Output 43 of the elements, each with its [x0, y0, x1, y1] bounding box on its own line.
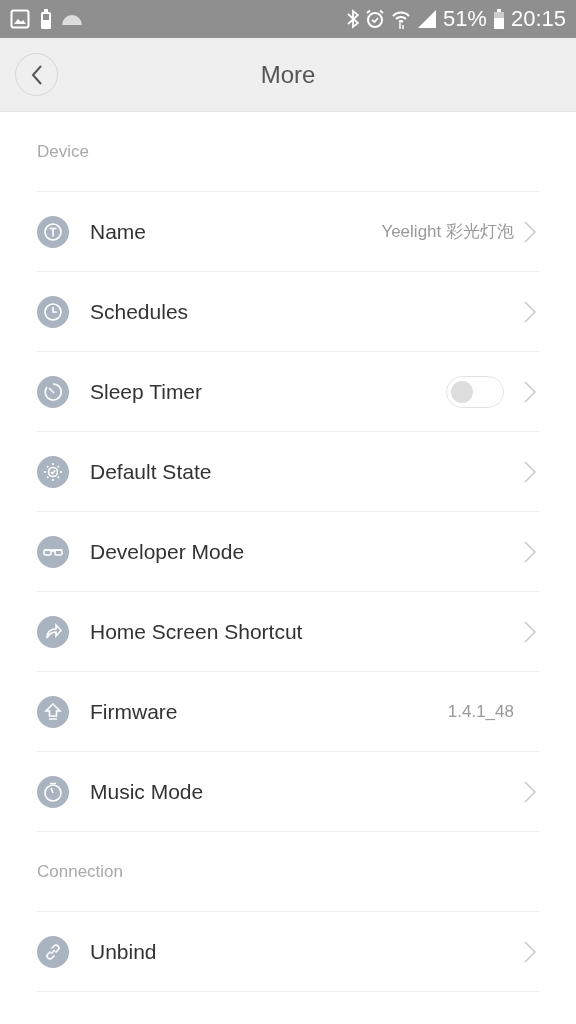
bluetooth-icon	[346, 9, 359, 29]
share-icon	[37, 615, 69, 648]
timer-icon	[37, 375, 69, 408]
settings-row[interactable]: Music Mode	[37, 752, 539, 832]
row-label: Schedules	[90, 299, 190, 324]
stopwatch-icon	[37, 775, 69, 808]
battery-icon	[40, 9, 52, 29]
settings-row[interactable]: Name Yeelight 彩光灯泡	[37, 192, 539, 272]
row-label: Sleep Timer	[90, 379, 204, 404]
battery-icon	[492, 9, 505, 29]
clock-time: 20:15	[510, 6, 566, 32]
screen-title: More	[260, 60, 316, 89]
upload-icon	[37, 695, 69, 728]
row-value: Yeelight 彩光灯泡	[381, 221, 514, 243]
link-icon	[37, 935, 69, 968]
alarm-icon	[364, 9, 385, 29]
wifi-icon	[390, 9, 411, 29]
sun-icon	[37, 455, 69, 488]
row-label: Firmware	[90, 699, 179, 724]
row-value: 1.4.1_48	[447, 701, 514, 722]
settings-row[interactable]: Developer Mode	[37, 512, 539, 592]
row-label: Home Screen Shortcut	[90, 619, 304, 644]
settings-row[interactable]: Unbind	[37, 912, 539, 992]
signal-icon	[416, 9, 437, 29]
settings-row[interactable]: Home Screen Shortcut	[37, 592, 539, 672]
clock-icon	[37, 295, 69, 328]
settings-row[interactable]: Firmware 1.4.1_48	[37, 672, 539, 752]
row-label: Music Mode	[90, 779, 205, 804]
row-label: Default State	[90, 459, 213, 484]
t-icon	[37, 215, 69, 248]
row-label: Name	[90, 219, 148, 244]
back-icon	[29, 63, 44, 86]
battery-percent: 51%	[442, 6, 487, 32]
settings-row[interactable]: Default State	[37, 432, 539, 512]
row-label: Unbind	[90, 939, 158, 964]
settings-row[interactable]: Sleep Timer	[37, 352, 539, 432]
section-title: Device	[37, 141, 89, 162]
glasses-icon	[37, 535, 69, 568]
settings-row[interactable]: Schedules	[37, 272, 539, 352]
gallery-icon	[10, 9, 30, 29]
section-title: Connection	[37, 861, 123, 882]
row-label: Developer Mode	[90, 539, 246, 564]
dome-icon	[62, 13, 82, 25]
